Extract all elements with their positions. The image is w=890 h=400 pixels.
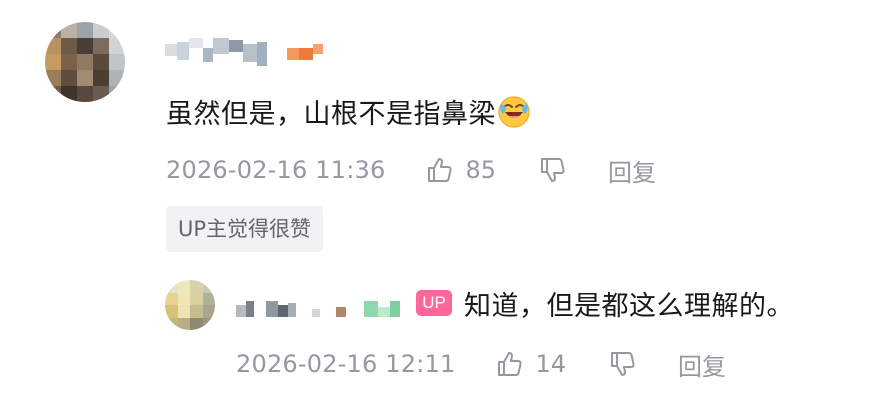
like-button[interactable]: 85 (425, 155, 496, 185)
dislike-button[interactable] (538, 155, 568, 185)
username[interactable] (165, 38, 323, 68)
avatar[interactable] (45, 22, 125, 102)
like-count: 85 (465, 156, 497, 184)
reply-avatar[interactable] (165, 280, 215, 330)
reply-like-count: 14 (535, 350, 567, 378)
comment-content: 虽然但是，山根不是指鼻梁 (166, 99, 496, 130)
up-liked-tag: UP主觉得很赞 (166, 206, 324, 252)
thumbs-down-icon (611, 352, 635, 376)
reply-button[interactable]: 回复 (608, 153, 656, 188)
reply-reply-button[interactable]: 回复 (678, 347, 726, 382)
comment-time: 2026-02-16 11:36 (166, 156, 386, 184)
laughing-crying-face-icon (498, 96, 530, 128)
reply-like-button[interactable]: 14 (495, 349, 566, 379)
comment-thread: 虽然但是，山根不是指鼻梁 2026-02-16 11:36 85 回复 UP主觉… (0, 0, 890, 400)
reply-dislike-button[interactable] (608, 349, 638, 379)
comment-text: 虽然但是，山根不是指鼻梁 (166, 92, 531, 131)
reply-text: 知道，但是都这么理解的。 (464, 291, 794, 322)
reply-username[interactable] (236, 293, 400, 317)
thumbs-up-icon (428, 158, 453, 182)
up-badge: UP (416, 290, 452, 316)
reply-time: 2026-02-16 12:11 (236, 350, 456, 378)
reply-meta: 2026-02-16 12:11 14 回复 (236, 347, 726, 381)
thumbs-up-icon (498, 352, 523, 376)
thumbs-down-icon (541, 158, 565, 182)
comment-meta: 2026-02-16 11:36 85 回复 (166, 153, 656, 187)
